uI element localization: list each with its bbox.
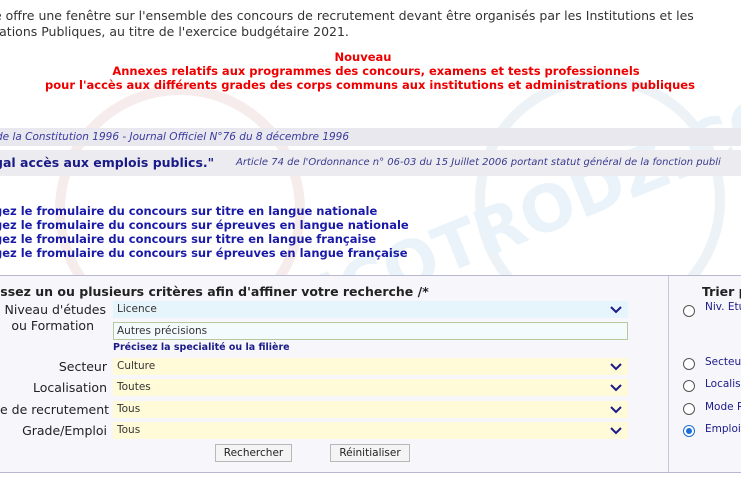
secteur-label: Secteur	[58, 359, 107, 374]
sort-label-mode: Mode R	[705, 401, 741, 413]
quote-text: gal accès aux emplois publics."	[0, 155, 215, 170]
mode-recrutement-select-value: Tous	[117, 403, 141, 415]
search-button[interactable]: Rechercher	[215, 444, 292, 462]
search-panel-title: issez un ou plusieurs critères afin d'af…	[0, 284, 429, 299]
grade-emploi-select-value: Tous	[117, 424, 141, 436]
sort-radio-emploi[interactable]	[683, 425, 695, 437]
sort-radio-mode[interactable]	[683, 403, 695, 415]
ordonnance-reference: Article 74 de l'Ordonnance n° 06-03 du 1…	[236, 157, 721, 168]
announcement-line-1[interactable]: Annexes relatifs aux programmes des conc…	[96, 65, 656, 78]
intro-line-2: rations Publiques, au titre de l'exercic…	[0, 24, 349, 39]
search-panel: issez un ou plusieurs critères afin d'af…	[0, 275, 741, 473]
quote-band: gal accès aux emplois publics." Article …	[0, 150, 741, 176]
localisation-select[interactable]: Toutes	[113, 379, 628, 396]
secteur-select[interactable]: Culture	[113, 358, 628, 375]
precisions-hint: Précisez la specialité ou la filière	[113, 342, 290, 353]
mode-recrutement-select[interactable]: Tous	[113, 401, 628, 418]
chevron-down-icon	[610, 406, 622, 414]
chevron-down-icon	[610, 306, 622, 314]
reset-button[interactable]: Réinitialiser	[330, 444, 410, 462]
niveau-select-value: Licence	[117, 303, 157, 315]
localisation-label: Localisation	[33, 380, 107, 395]
link-epreuves-nationale[interactable]: gez le fromulaire du concours sur épreuv…	[0, 218, 409, 232]
secteur-select-value: Culture	[117, 360, 156, 372]
mode-recrutement-label: e de recrutement	[0, 402, 110, 417]
chevron-down-icon	[610, 427, 622, 435]
form-download-links: gez le fromulaire du concours sur titre …	[0, 204, 409, 260]
niveau-select[interactable]: Licence	[113, 301, 628, 318]
precisions-input[interactable]: Autres précisions	[113, 322, 628, 340]
sort-label-niveau: Niv. Etu	[705, 301, 741, 313]
sort-label-localisation: Localis	[705, 378, 741, 390]
intro-line-1: e offre une fenêtre sur l'ensemble des c…	[0, 8, 694, 23]
link-epreuves-francaise[interactable]: gez le fromulaire du concours sur épreuv…	[0, 246, 409, 260]
link-titre-francaise[interactable]: gez le fromulaire du concours sur titre …	[0, 232, 409, 246]
grade-emploi-select[interactable]: Tous	[113, 422, 628, 439]
grade-emploi-label: Grade/Emploi	[22, 423, 107, 438]
constitution-band: de la Constitution 1996 - Journal Offici…	[0, 128, 741, 146]
chevron-down-icon	[610, 363, 622, 371]
chevron-down-icon	[610, 384, 622, 392]
formation-label: ou Formation	[11, 318, 94, 333]
niveau-label: Niveau d'études	[4, 302, 107, 317]
announcement-title: Nouveau	[334, 50, 392, 64]
panel-divider	[668, 276, 669, 472]
sort-label-secteur: Secteu	[705, 356, 741, 368]
sort-radio-niveau[interactable]	[683, 305, 695, 317]
constitution-reference: de la Constitution 1996 - Journal Offici…	[0, 131, 350, 143]
sort-title: Trier p	[702, 284, 741, 299]
sort-radio-secteur[interactable]	[683, 358, 695, 370]
sort-label-emploi: Emploi	[705, 423, 741, 435]
link-titre-nationale[interactable]: gez le fromulaire du concours sur titre …	[0, 204, 409, 218]
announcement-line-2[interactable]: pour l'accès aux différents grades des c…	[30, 79, 710, 92]
sort-radio-localisation[interactable]	[683, 380, 695, 392]
localisation-select-value: Toutes	[117, 381, 151, 393]
